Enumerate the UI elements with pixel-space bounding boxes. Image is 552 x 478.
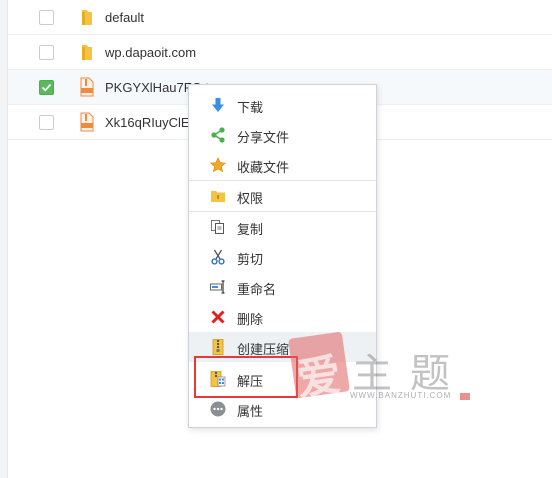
row-checkbox[interactable] [39, 115, 54, 130]
menu-item-share[interactable]: 分享文件 [189, 120, 376, 150]
folder-icon [82, 10, 92, 25]
scissors-icon [211, 249, 225, 265]
menu-item-label: 分享文件 [237, 130, 290, 145]
star-icon [210, 157, 226, 173]
file-row[interactable]: wp.dapaoit.com [8, 35, 552, 70]
download-icon [212, 98, 224, 112]
menu-item-rename[interactable]: 重命名 [189, 272, 376, 302]
row-checkbox[interactable] [39, 80, 54, 95]
watermark-seal: 爱 [288, 331, 350, 406]
menu-item-download[interactable]: 下载 [189, 90, 376, 120]
menu-item-permission[interactable]: 权限 [189, 181, 376, 211]
menu-item-label: 下载 [237, 100, 264, 115]
delete-icon [211, 310, 225, 324]
menu-item-label: 权限 [237, 191, 264, 206]
left-panel-edge [0, 0, 8, 478]
menu-item-label: 删除 [237, 312, 264, 327]
share-icon [211, 127, 225, 143]
folder-icon [82, 45, 92, 60]
compress-icon [212, 339, 224, 355]
watermark-url: WWW.BANZHUTI.COM [350, 391, 452, 400]
menu-item-label: 剪切 [237, 252, 264, 267]
file-row[interactable]: default [8, 0, 552, 35]
row-checkbox[interactable] [39, 45, 54, 60]
checkmark-icon [41, 83, 52, 92]
watermark: 爱 主题 WWW.BANZHUTI.COM [288, 331, 482, 410]
menu-item-cut[interactable]: 剪切 [189, 242, 376, 272]
menu-item-delete[interactable]: 删除 [189, 302, 376, 332]
menu-item-favorite[interactable]: 收藏文件 [189, 150, 376, 180]
permission-folder-icon [211, 191, 225, 202]
menu-item-label: 复制 [237, 222, 264, 237]
watermark-seal-char: 爱 [293, 349, 345, 406]
more-icon [210, 401, 226, 417]
menu-item-label: 重命名 [237, 282, 277, 297]
menu-item-copy[interactable]: 复制 [189, 212, 376, 242]
row-checkbox[interactable] [39, 10, 54, 25]
file-name[interactable]: default [105, 10, 144, 25]
watermark-badge [460, 393, 470, 400]
menu-item-label: 属性 [237, 404, 264, 419]
menu-item-label: 收藏文件 [237, 160, 290, 175]
highlight-box [194, 356, 298, 398]
archive-file-icon [80, 112, 94, 132]
rename-icon [210, 280, 225, 294]
file-name[interactable]: wp.dapaoit.com [105, 45, 196, 60]
copy-icon [211, 220, 224, 234]
archive-file-icon [80, 77, 94, 97]
